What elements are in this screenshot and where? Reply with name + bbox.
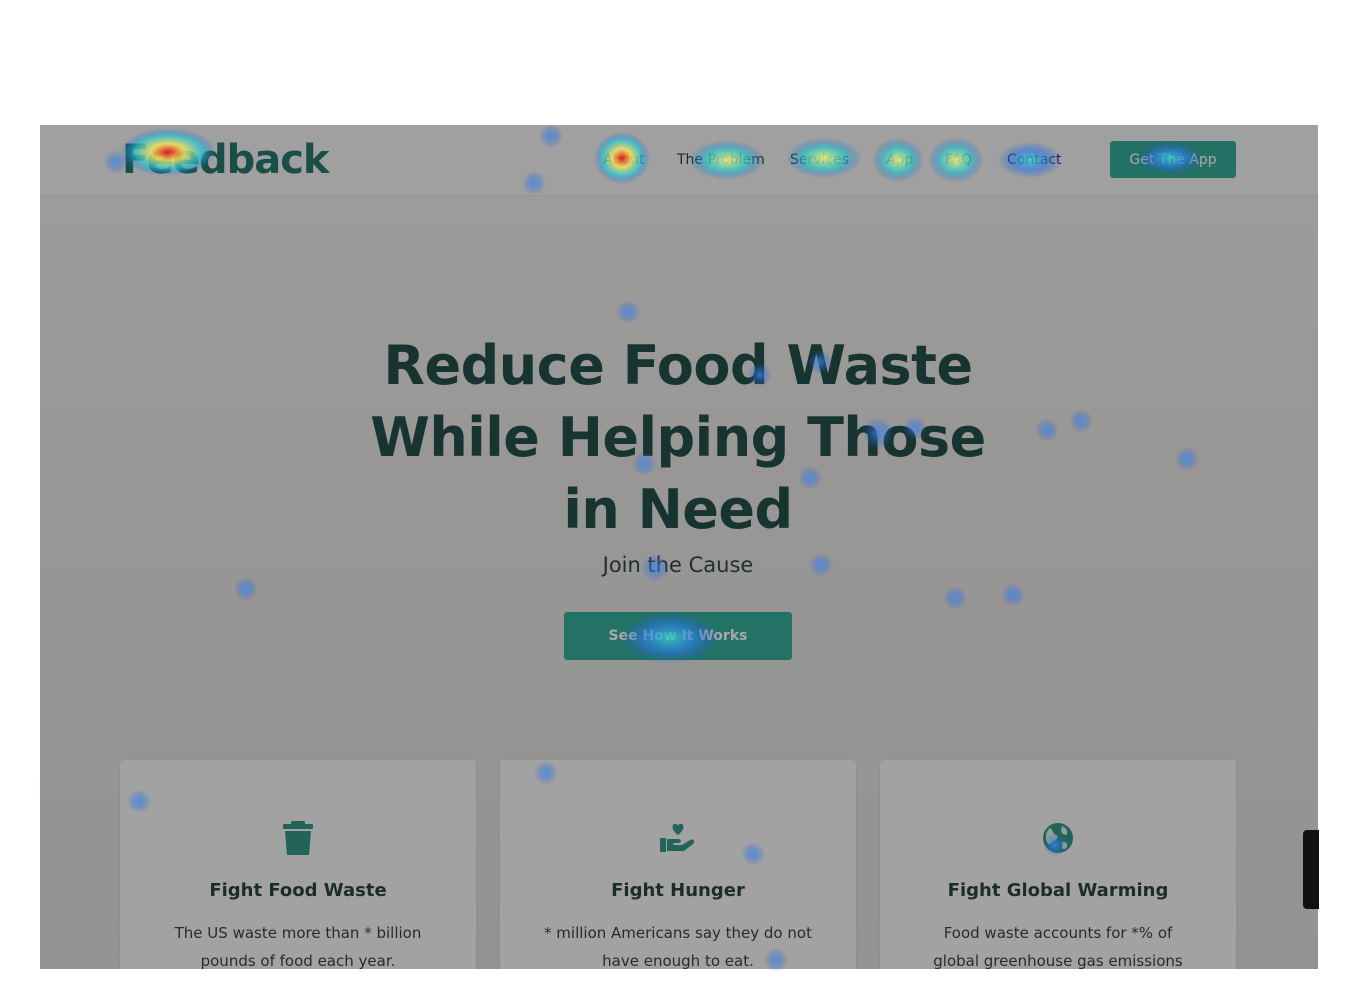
- see-how-it-works-button[interactable]: See How It Works: [564, 612, 792, 660]
- feature-title: Fight Hunger: [611, 880, 745, 901]
- trash-icon: [120, 820, 476, 856]
- nav-link-services[interactable]: Services: [790, 149, 849, 171]
- hand-heart-icon: [500, 820, 856, 856]
- feature-card-hunger: Fight Hunger * million Americans say the…: [500, 760, 856, 969]
- nav-link-the-problem[interactable]: The Problem: [677, 149, 765, 171]
- nav-link-about[interactable]: About: [603, 149, 644, 171]
- navbar: Feedback About The Problem Services App …: [40, 125, 1318, 196]
- hero-title-line-1: Reduce Food Waste: [383, 334, 973, 397]
- logo[interactable]: Feedback: [122, 137, 330, 183]
- hero-subtitle: Join the Cause: [602, 553, 754, 577]
- page-frame: Feedback About The Problem Services App …: [40, 125, 1318, 969]
- feature-text: * million Americans say they do not have…: [544, 924, 812, 969]
- hero-title-line-2: While Helping Those: [370, 406, 986, 469]
- side-feedback-tab[interactable]: [1303, 830, 1319, 909]
- nav-link-contact[interactable]: Contact: [1007, 149, 1061, 171]
- hero-title-line-3: in Need: [563, 478, 793, 541]
- nav-link-app[interactable]: App: [886, 149, 913, 171]
- feature-card-food-waste: Fight Food Waste The US waste more than …: [120, 760, 476, 969]
- globe-icon: [880, 820, 1236, 856]
- get-the-app-button[interactable]: Get The App: [1110, 141, 1236, 178]
- feature-title: Fight Food Waste: [209, 880, 387, 901]
- feature-card-global-warming: Fight Global Warming Food waste accounts…: [880, 760, 1236, 969]
- feature-text: Food waste accounts for *% of global gre…: [933, 924, 1183, 969]
- feature-title: Fight Global Warming: [947, 880, 1169, 901]
- feature-text: The US waste more than * billion pounds …: [174, 924, 422, 969]
- nav-link-faq[interactable]: FAQ: [945, 149, 972, 171]
- hero-title: Reduce Food Waste While Helping Those in…: [348, 330, 1008, 546]
